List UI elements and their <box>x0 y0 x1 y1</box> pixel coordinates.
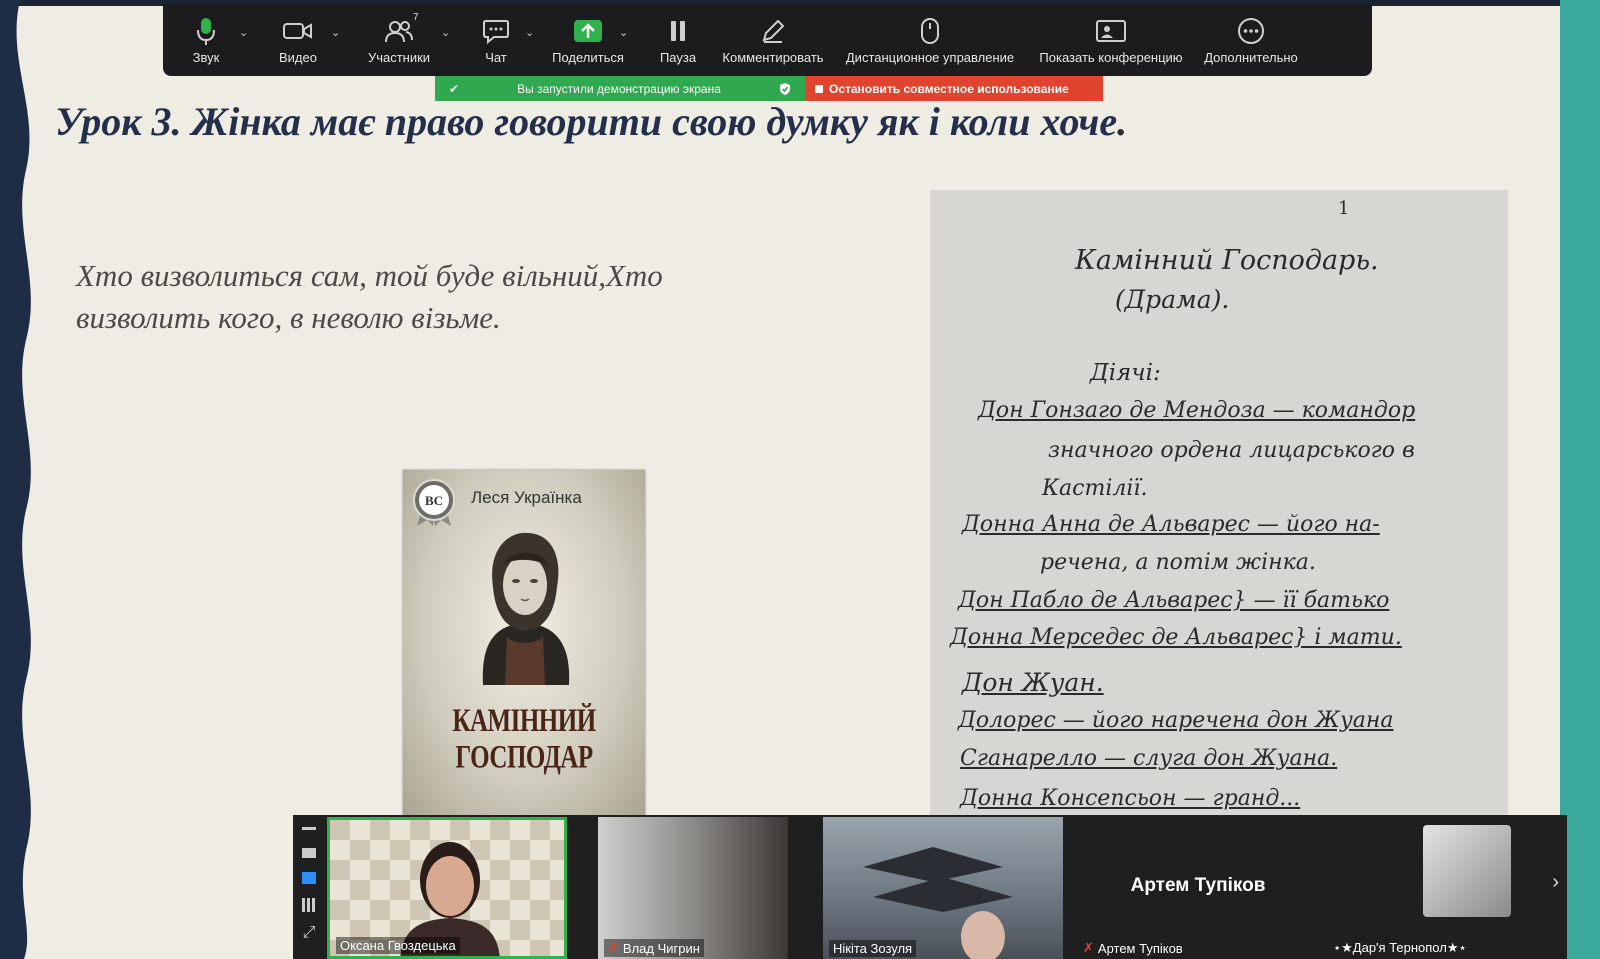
strip-view-icon[interactable] <box>302 872 316 884</box>
participant-name: Нікіта Зозуля <box>829 940 917 957</box>
chevron-down-icon[interactable]: ⌄ <box>619 26 628 39</box>
sharing-status-text: Вы запустили демонстрацию экрана <box>517 81 721 96</box>
chevron-down-icon[interactable]: ⌄ <box>239 26 248 39</box>
participants-count: 7 <box>413 12 419 23</box>
muted-mic-icon: ✗ <box>1083 940 1094 955</box>
manuscript-line: (Драма). <box>1115 285 1230 314</box>
toolbar-share-button[interactable]: Поделиться ⌄ <box>549 16 628 65</box>
chevron-down-icon[interactable]: ⌄ <box>525 26 534 39</box>
stop-icon <box>815 84 823 93</box>
pencil-icon <box>762 19 785 43</box>
manuscript-line: Дон Жуан. <box>962 668 1104 697</box>
participant-name-tag: ✗ Артем Тупіков <box>1083 940 1183 956</box>
chevron-down-icon[interactable]: ⌄ <box>441 26 450 39</box>
participant-tile[interactable]: Нікіта Зозуля <box>823 817 1063 959</box>
toolbar-video-button[interactable]: Видео ⌄ <box>269 16 340 65</box>
toolbar-chat-button[interactable]: Чат ⌄ <box>471 16 534 65</box>
manuscript-line: Сганарелло — слуга дон Жуана. <box>960 746 1338 771</box>
manuscript-line: значного ордена лицарського в <box>1048 438 1415 463</box>
minimize-icon[interactable] <box>302 827 316 830</box>
video-gallery: ⤢ Оксана Гвоздецька ✗ Влад Чигрин Нікіта … <box>293 815 1567 959</box>
participant-display-name: Артем Тупіков <box>1130 875 1266 896</box>
fullscreen-icon[interactable]: ⤢ <box>303 924 316 942</box>
share-screen-icon <box>574 20 602 42</box>
participants-icon <box>385 21 413 43</box>
shield-icon <box>780 82 790 95</box>
book-author: Леся Українка <box>471 488 582 507</box>
meeting-toolbar: Звук ⌄ Видео ⌄ Участники 7 ⌄ Чат ⌄ Подел… <box>163 4 1372 76</box>
manuscript-line: Дон Пабло де Альварес} — її батько <box>958 588 1390 613</box>
participant-name: Оксана Гвоздецька <box>336 937 460 954</box>
manuscript-line: речена, а потім жінка. <box>1040 550 1316 575</box>
manuscript-line: Донна Мерседес де Альварес} і мати. <box>950 625 1402 650</box>
participant-tile[interactable]: ⋆★Дар'я Тернопол★⋆ <box>1323 817 1533 959</box>
stop-share-button[interactable]: Остановить совместное использование <box>805 76 1103 101</box>
participant-name: ⋆★Дар'я Тернопол★⋆ <box>1333 940 1467 955</box>
muted-mic-icon: ✗ <box>608 940 619 955</box>
video-camera-icon <box>283 23 312 39</box>
quote-line-1: Хто визволиться сам, той буде вільний,Хт… <box>76 258 663 293</box>
participant-avatar <box>1423 825 1511 917</box>
speaker-view-icon[interactable] <box>302 848 316 858</box>
participant-tile[interactable]: Артем Тупіков ✗ Артем Тупіков <box>1073 817 1323 959</box>
slide-title: Урок 3. Жінка має право говорити свою ду… <box>55 99 1128 144</box>
chat-icon <box>483 20 509 44</box>
show-meeting-icon <box>1096 20 1126 42</box>
toolbar-remote-control-button[interactable]: Дистанционное управление <box>841 16 1019 65</box>
more-icon <box>1238 18 1264 44</box>
quote-line-2: визволить кого, в неволю візьме. <box>76 300 501 335</box>
author-portrait <box>482 532 570 685</box>
book-title: КАМІННИЙ ГОСПОДАР <box>452 703 596 776</box>
manuscript-line: Діячі: <box>1090 360 1161 386</box>
manuscript-line: Донна Анна де Альварес — його на- <box>962 512 1380 537</box>
share-status-bar: ✔ Вы запустили демонстрацию экрана Остан… <box>435 76 1103 101</box>
toolbar-more-button[interactable]: Дополнительно <box>1201 16 1301 65</box>
book-cover: ВС Леся Українка КАМІННИЙ ГОСПОДАР <box>403 470 645 815</box>
toolbar-audio-button[interactable]: Звук ⌄ <box>177 16 248 65</box>
svg-text:ВС: ВС <box>425 493 443 508</box>
manuscript-line: Донна Консепсьон — гранд... <box>960 786 1301 811</box>
sharing-indicator: ✔ Вы запустили демонстрацию экрана <box>435 76 805 101</box>
participant-name-tag: ✗ Влад Чигрин <box>604 939 704 957</box>
signal-icon: ✔ <box>449 81 460 96</box>
manuscript-page-number: 1 <box>1338 198 1350 219</box>
toolbar-pause-button[interactable]: Пауза <box>655 16 701 65</box>
toolbar-show-meeting-button[interactable]: Показать конференцию <box>1035 16 1187 65</box>
manuscript-line: Кастілії. <box>1042 476 1148 501</box>
manuscript-line: Камінний Господарь. <box>1075 245 1379 276</box>
chevron-down-icon[interactable]: ⌄ <box>331 26 340 39</box>
microphone-icon <box>197 18 215 45</box>
pause-icon <box>671 21 685 41</box>
grid-view-icon[interactable] <box>302 898 316 912</box>
manuscript-line: Долорес — його наречена дон Жуана <box>958 708 1394 733</box>
manuscript-image: 1 Камінний Господарь. (Драма). Діячі: До… <box>930 190 1508 820</box>
participant-tile[interactable]: Оксана Гвоздецька <box>327 817 567 959</box>
book-badge-icon: ВС <box>413 479 455 526</box>
slide-quote: Хто визволиться сам, той буде вільний,Хт… <box>76 255 796 339</box>
stop-share-label: Остановить совместное использование <box>829 81 1069 96</box>
gallery-next-button[interactable]: › <box>1552 871 1559 894</box>
manuscript-line: Дон Гонзаго де Мендоза — командор <box>978 398 1416 423</box>
toolbar-participants-button[interactable]: Участники 7 ⌄ <box>361 12 450 65</box>
shared-screen: Урок 3. Жінка має право говорити свою ду… <box>0 0 1600 959</box>
toolbar-annotate-button[interactable]: Комментировать <box>719 16 827 65</box>
gallery-controls: ⤢ <box>293 815 325 959</box>
participant-tile[interactable]: ✗ Влад Чигрин <box>598 817 788 959</box>
mouse-icon <box>921 18 939 44</box>
